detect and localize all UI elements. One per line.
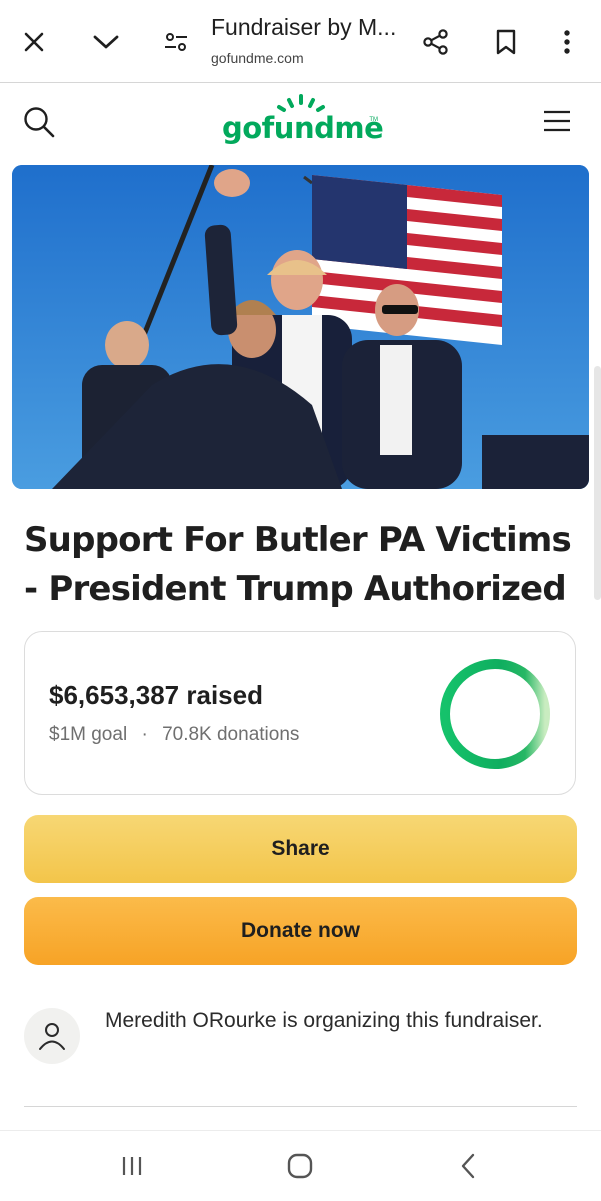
campaign-title: Support For Butler PA Victims - Presiden… <box>24 520 572 609</box>
more-options-icon[interactable] <box>552 26 582 58</box>
donation-count: 70.8K donations <box>162 724 300 745</box>
chevron-down-icon[interactable] <box>88 26 124 58</box>
close-icon[interactable] <box>18 26 50 58</box>
goal-summary: $1M goal · 70.8K donations <box>49 724 299 746</box>
back-icon[interactable] <box>450 1151 486 1181</box>
campaign-hero-image <box>12 165 589 489</box>
search-icon[interactable] <box>22 105 58 141</box>
logo-wordmark: gofundme <box>222 111 384 145</box>
donation-progress-card: $6,653,387 raised $1M goal · 70.8K donat… <box>24 631 576 795</box>
menu-icon[interactable] <box>542 109 578 139</box>
bookmark-icon[interactable] <box>490 26 522 58</box>
section-divider <box>24 1106 577 1107</box>
scrollbar[interactable] <box>594 366 601 600</box>
organizer-description: Meredith ORourke is organizing this fund… <box>105 1009 543 1032</box>
logo-sunburst-icon <box>277 94 325 112</box>
progress-ring <box>440 659 550 769</box>
android-navigation-bar <box>0 1130 601 1201</box>
browser-url[interactable]: gofundme.com <box>211 50 304 66</box>
browser-page-title[interactable]: Fundraiser by M... <box>211 14 406 41</box>
organizer-avatar <box>24 1008 80 1064</box>
goal-separator: · <box>141 724 148 745</box>
raised-amount-line: $6,653,387 raised <box>49 680 263 711</box>
donate-button[interactable]: Donate now <box>24 897 577 965</box>
share-icon[interactable] <box>418 24 454 60</box>
raised-label: raised <box>186 680 263 710</box>
goal-amount: $1M goal <box>49 724 128 745</box>
recent-apps-icon[interactable] <box>112 1151 152 1181</box>
page-settings-icon[interactable] <box>160 26 192 58</box>
site-header: gofundme TM <box>0 83 601 163</box>
gofundme-logo[interactable]: gofundme TM <box>222 93 384 153</box>
user-icon <box>39 1023 65 1050</box>
share-button[interactable]: Share <box>24 815 577 883</box>
browser-toolbar: Fundraiser by M... gofundme.com <box>0 0 601 83</box>
home-icon[interactable] <box>280 1149 320 1183</box>
logo-trademark: TM <box>369 117 378 123</box>
raised-amount: $6,653,387 <box>49 680 180 710</box>
